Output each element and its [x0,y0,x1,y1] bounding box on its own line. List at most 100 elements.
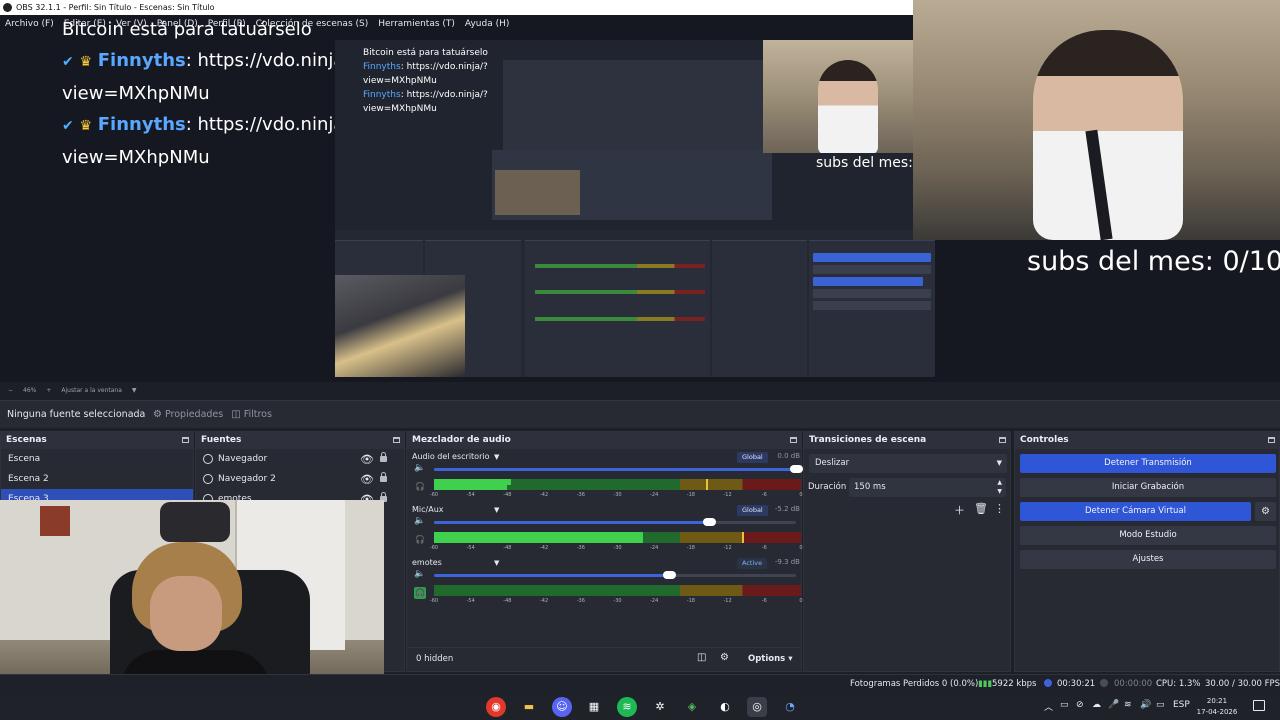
tray-wifi-icon[interactable]: ≋ [1124,700,1132,710]
source-item[interactable]: Navegador 2 👁 [196,469,404,489]
settings-button[interactable]: Ajustes [1020,550,1276,569]
speaker-icon[interactable]: 🔈 [414,569,425,579]
undock-icon[interactable] [1268,437,1275,443]
mixer-channel: Audio del escritorio ▼ Global 0.0 dB 🔈 🎧 -60 -5… [412,452,803,502]
volume-slider[interactable] [434,518,796,526]
lock-icon[interactable] [380,472,387,482]
chevron-down-icon[interactable]: ▼ [494,506,499,514]
undock-icon[interactable] [393,437,400,443]
browser-icon[interactable]: ◔ [780,697,800,717]
spotify-icon[interactable]: ≋ [617,697,637,717]
volume-knob[interactable] [790,465,803,473]
duration-input[interactable]: 150 ms ▲ ▼ [849,478,1006,497]
nested-transitions [712,240,807,377]
spinner-icon[interactable]: ▲ ▼ [997,478,1002,496]
speaker-icon[interactable]: 🔈 [414,516,425,526]
fit-window-button[interactable]: Ajustar a la ventana [61,382,122,400]
transitions-header: Transiciones de escena [804,432,1010,449]
menu-archivo[interactable]: Archivo (F) [5,15,54,33]
menu-herramientas[interactable]: Herramientas (T) [378,15,455,33]
meter-tick: -54 [466,545,475,551]
tray-volume-icon[interactable]: 🔊 [1140,700,1151,710]
meter-tick: -12 [723,545,732,551]
scene-item[interactable]: Escena 2 [1,469,193,489]
discord-icon[interactable]: ☺ [552,697,572,717]
headphone-icon[interactable]: 🎧 [414,534,426,546]
tray-network-icon[interactable]: ⊘ [1076,700,1084,710]
globe-icon [203,454,213,464]
chrome-icon[interactable]: ◉ [486,697,506,717]
tray-mic-icon[interactable]: 🎤 [1108,700,1119,710]
notification-icon[interactable] [1253,700,1265,711]
program-preview[interactable]: OBS 32.1.1 - Perfil: Sin Título - Escena… [0,0,1280,382]
eye-icon[interactable]: 👁 [360,450,374,470]
controls-header: Controles [1015,432,1279,449]
undock-icon[interactable] [182,437,189,443]
properties-button[interactable]: ⚙ Propiedades [153,409,223,420]
mixer-channel: emotes ▼ Active -9.3 dB 🔈 🎧 -60 -54 -48 -42 -36 -30… [412,558,803,608]
tray-device-icon[interactable]: ▭ [1060,700,1069,710]
meter-tick: -24 [650,492,659,498]
meter-tick: -48 [503,598,512,604]
add-icon[interactable]: ＋ [954,502,965,518]
volume-slider[interactable] [434,571,796,579]
trash-icon[interactable]: 🗑 [974,502,988,515]
source-item[interactable]: Navegador 👁 [196,449,404,469]
stop-virtual-camera-button[interactable]: Detener Cámara Virtual [1020,502,1251,521]
meter-tick: -24 [650,598,659,604]
channel-name: Audio del escritorio [412,452,490,461]
scene-item[interactable]: Escena [1,449,193,469]
folder-icon[interactable]: ▬ [519,697,539,717]
clock[interactable]: 20:21 17-04-2026 [1192,696,1242,718]
tray-cloud-icon[interactable]: ☁ [1092,700,1101,710]
volume-knob[interactable] [703,518,717,526]
steam-icon[interactable]: ◐ [715,697,735,717]
meter-tick: -6 [761,545,767,551]
more-icon[interactable]: ⋮ [994,502,1005,515]
app-icon[interactable]: ✲ [650,697,670,717]
zoom-in-button[interactable]: + [46,382,51,400]
mixer-settings-icon[interactable]: ⚙ [720,652,729,663]
obs-icon[interactable]: ◎ [747,697,767,717]
store-icon[interactable]: ▦ [584,697,604,717]
zoom-value: 46% [23,387,37,394]
filter-icon: ◫ [231,409,241,420]
subs-counter-small: subs del mes: 0 [816,155,927,171]
volume-meter [434,532,801,543]
headphone-icon[interactable]: 🎧 [414,587,426,599]
undock-icon[interactable] [790,437,797,443]
tray-chevron-icon[interactable]: ︿ [1044,700,1053,713]
undock-icon[interactable] [999,437,1006,443]
studio-mode-button[interactable]: Modo Estudio [1020,526,1276,545]
lock-icon[interactable] [380,452,387,462]
start-recording-button[interactable]: Iniciar Grabación [1020,478,1276,497]
meter-tick: -42 [540,492,549,498]
speaker-icon[interactable]: 🔈 [414,463,425,473]
menu-ayuda[interactable]: Ayuda (H) [465,15,509,33]
zoom-out-button[interactable]: − [8,382,13,400]
chevron-down-icon[interactable]: ▼ [132,382,137,400]
meter-scale: -60 -54 -48 -42 -36 -30 -24 -18 -12 -6 0 [430,492,803,500]
eye-icon[interactable]: 👁 [360,470,374,490]
meter-tick: -36 [576,492,585,498]
filters-button[interactable]: ◫ Filtros [231,409,272,420]
layout-icon[interactable]: ◫ [697,652,706,663]
game-icon[interactable]: ◈ [682,697,702,717]
headphone-icon[interactable]: 🎧 [414,481,426,493]
volume-knob[interactable] [663,571,677,579]
chevron-down-icon[interactable]: ▼ [494,453,499,461]
stop-stream-button[interactable]: Detener Transmisión [1020,454,1276,473]
channel-db: 0.0 dB [777,452,800,460]
chevron-down-icon: ▼ [996,459,1002,467]
options-button[interactable]: Options ▾ [748,654,792,664]
virtual-camera-settings-icon[interactable]: ⚙ [1255,502,1276,521]
nested-mixer [525,240,710,377]
language-indicator[interactable]: ESP [1173,700,1190,710]
volume-slider[interactable] [434,465,803,473]
tray-battery-icon[interactable]: ▭ [1156,700,1165,710]
window-title: OBS 32.1.1 - Perfil: Sin Título - Escena… [16,3,215,12]
transition-select[interactable]: Deslizar ▼ [809,454,1007,473]
chevron-down-icon[interactable]: ▼ [494,559,499,567]
fps: 30.00 / 30.00 FPS [1205,679,1280,689]
channel-tag: Global [737,505,768,516]
